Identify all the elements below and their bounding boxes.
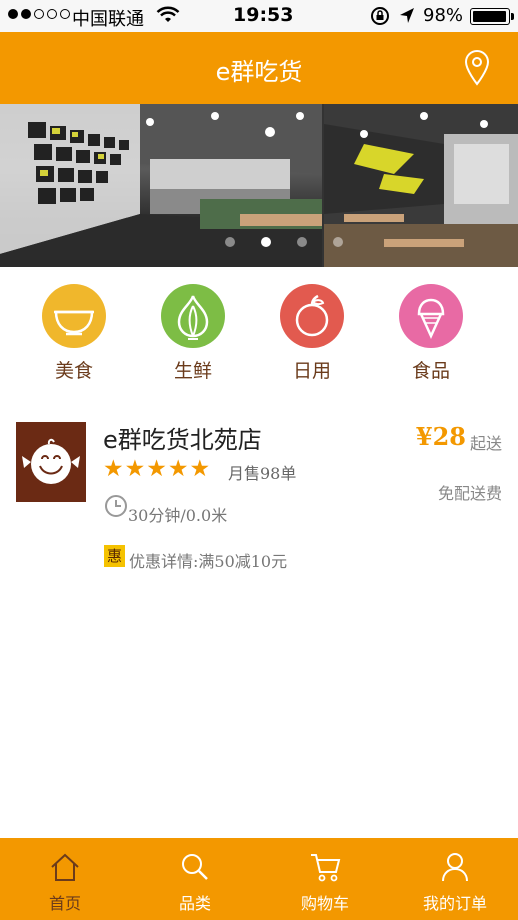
carousel-dot[interactable]	[225, 237, 235, 247]
carousel-dot[interactable]	[261, 237, 271, 247]
category-item-snacks[interactable]: 食品	[391, 282, 471, 383]
bowl-icon	[42, 284, 106, 348]
clock-time: 19:53	[233, 4, 294, 26]
category-item-food[interactable]: 美食	[34, 282, 114, 383]
signal-strength-icon	[8, 9, 70, 19]
carousel-pagination[interactable]	[0, 237, 518, 247]
wifi-icon	[156, 6, 180, 22]
tab-cart[interactable]: 购物车	[260, 838, 390, 920]
star-icon: ★	[146, 456, 167, 482]
page-title: e群吃货	[215, 58, 303, 86]
tab-label: 我的订单	[422, 894, 487, 913]
rating-stars: ★ ★ ★ ★ ★	[103, 456, 210, 482]
star-icon: ★	[124, 456, 146, 482]
cart-icon	[311, 854, 341, 882]
category-label: 生鲜	[173, 360, 212, 382]
home-icon	[51, 853, 79, 881]
star-icon: ★	[103, 456, 124, 482]
tab-label: 购物车	[300, 894, 349, 913]
app-screen: 中国联通 19:53 98% e群吃货 美食 生鲜 日用 食品 e群吃货北苑店 …	[0, 0, 518, 920]
bottom-tab-bar: 首页 品类 购物车 我的订单	[0, 838, 518, 920]
fruit-icon	[280, 284, 344, 348]
battery-icon	[470, 8, 514, 25]
promo-banner-carousel[interactable]	[0, 104, 518, 267]
star-icon: ★	[189, 456, 211, 482]
ice-cream-icon	[399, 284, 463, 348]
user-icon	[442, 853, 468, 882]
delivery-fee: 免配送费	[437, 484, 502, 503]
min-order-price: ¥28	[415, 422, 466, 451]
search-icon	[182, 854, 208, 880]
monthly-sales: 月售98单	[228, 464, 297, 483]
tab-categories[interactable]: 品类	[130, 838, 260, 920]
rotation-lock-icon	[371, 7, 389, 25]
tab-label: 品类	[178, 894, 211, 913]
clock-icon	[105, 495, 127, 517]
star-icon: ★	[167, 456, 189, 482]
status-bar: 中国联通 19:53 98%	[0, 0, 518, 32]
promo-details: 优惠详情:满50减10元	[129, 552, 288, 571]
location-pin-icon[interactable]	[464, 50, 490, 86]
category-label: 美食	[54, 360, 93, 382]
tab-my-orders[interactable]: 我的订单	[390, 838, 518, 920]
location-arrow-icon	[400, 8, 414, 23]
category-grid: 美食 生鲜 日用 食品	[0, 282, 518, 382]
shop-name: e群吃货北苑店	[103, 426, 262, 454]
min-order-suffix: 起送	[469, 434, 502, 453]
app-header: e群吃货	[0, 32, 518, 104]
category-label: 日用	[292, 360, 331, 382]
category-item-fresh[interactable]: 生鲜	[153, 282, 233, 383]
carousel-dot[interactable]	[333, 237, 343, 247]
tab-home[interactable]: 首页	[0, 838, 130, 920]
carrier-label: 中国联通	[72, 9, 144, 30]
delivery-time-distance: 30分钟/0.0米	[128, 506, 228, 525]
discount-badge: 惠	[104, 545, 125, 567]
garlic-icon	[161, 284, 225, 348]
battery-percentage: 98%	[423, 5, 464, 26]
shop-list-item[interactable]: e群吃货北苑店 ★ ★ ★ ★ ★ 月售98单 30分钟/0.0米 惠 优惠详情:满50…	[0, 412, 518, 582]
tab-label: 首页	[48, 894, 81, 913]
shop-logo	[16, 422, 86, 502]
category-label: 食品	[411, 360, 450, 382]
category-item-daily[interactable]: 日用	[272, 282, 352, 383]
carousel-dot[interactable]	[297, 237, 307, 247]
